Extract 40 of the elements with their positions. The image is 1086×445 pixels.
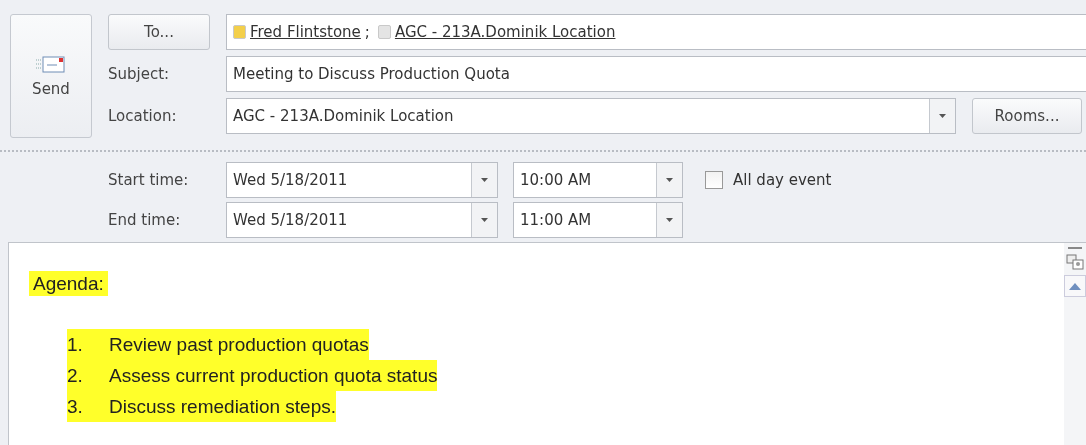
scroll-up-button[interactable] xyxy=(1064,275,1086,297)
people-icon[interactable] xyxy=(1066,253,1084,271)
up-arrow-icon xyxy=(1069,282,1081,290)
time-field[interactable]: 10:00 AM xyxy=(513,162,683,198)
dropdown-button[interactable] xyxy=(929,99,955,133)
separator: ; xyxy=(364,23,370,41)
agenda-item: Assess current production quota status xyxy=(109,364,438,387)
recipient-link[interactable]: AGC - 213A.Dominik Location xyxy=(394,23,616,41)
caret-icon xyxy=(666,178,673,182)
list-number: 2. xyxy=(67,364,84,387)
date-field[interactable]: Wed 5/18/2011 xyxy=(226,162,498,198)
send-button[interactable]: Send xyxy=(10,14,92,138)
rooms-button[interactable]: Rooms... xyxy=(972,98,1082,134)
to-button[interactable]: To... xyxy=(108,14,210,50)
location-label: Location: xyxy=(108,107,178,125)
checkbox-label: All day event xyxy=(733,171,832,189)
dropdown-button[interactable] xyxy=(471,203,497,237)
caret-icon xyxy=(939,114,946,118)
dropdown-button[interactable] xyxy=(656,203,682,237)
date-field[interactable]: Wed 5/18/2011 xyxy=(226,202,498,238)
subject-field[interactable]: Meeting to Discuss Production Quota xyxy=(226,56,1086,92)
list-number: 3. xyxy=(67,395,84,418)
time-label: Start time: xyxy=(108,171,190,189)
dropdown-button[interactable] xyxy=(656,163,682,197)
time-label: End time: xyxy=(108,211,182,229)
dropdown-button[interactable] xyxy=(471,163,497,197)
caret-icon xyxy=(666,218,673,222)
location-field[interactable]: AGC - 213A.Dominik Location xyxy=(226,98,956,134)
checkbox[interactable] xyxy=(705,171,723,189)
agenda-item: Review past production quotas xyxy=(109,333,369,356)
caret-icon xyxy=(481,218,488,222)
list-number: 1. xyxy=(67,333,84,356)
recipient-link[interactable]: Fred Flintstone xyxy=(250,23,361,41)
subject-label: Subject: xyxy=(108,65,171,83)
envelope-icon xyxy=(36,54,66,76)
to-field[interactable]: Fred Flintstone ; AGC - 213A.Dominik Location xyxy=(226,14,1086,50)
agenda-item: Discuss remediation steps. xyxy=(109,395,337,418)
caret-icon xyxy=(481,178,488,182)
time-field[interactable]: 11:00 AM xyxy=(513,202,683,238)
agenda-heading: Agenda: xyxy=(29,271,108,296)
